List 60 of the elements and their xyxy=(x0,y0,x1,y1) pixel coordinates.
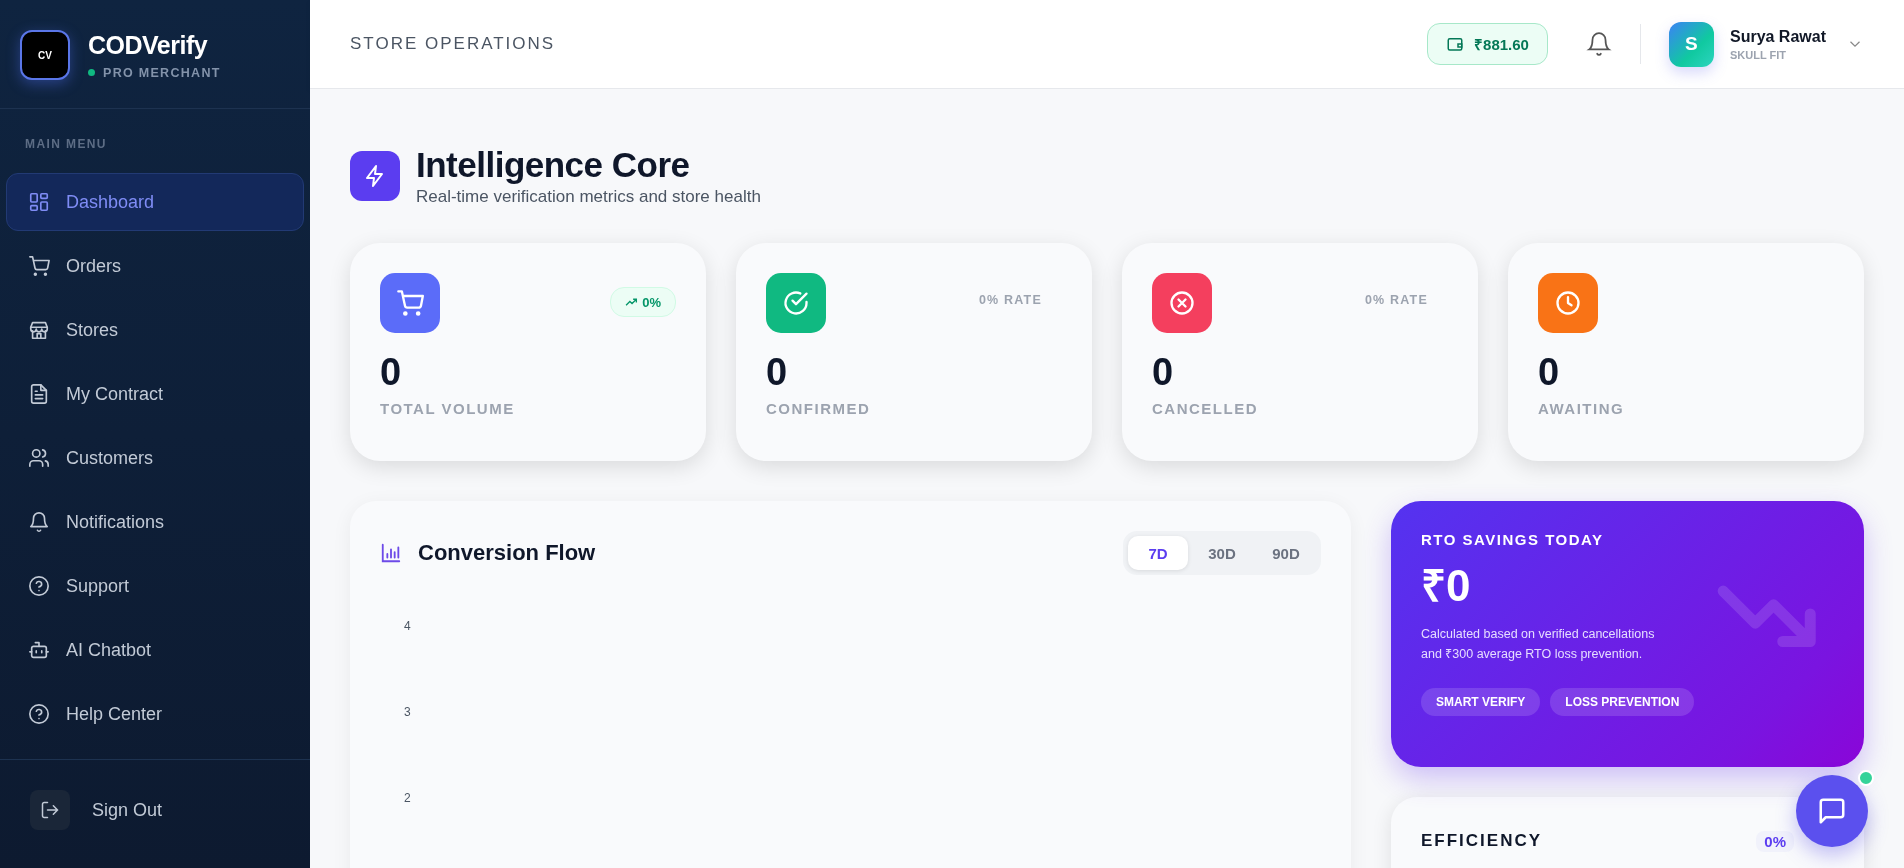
rate-label: 0% RATE xyxy=(978,293,1043,307)
chat-bubble-icon xyxy=(1817,796,1847,826)
stat-label: CANCELLED xyxy=(1152,400,1259,417)
stat-value: 0 xyxy=(766,351,789,394)
lightning-icon xyxy=(350,151,400,201)
cart-icon xyxy=(28,255,50,277)
rate-label: 0% RATE xyxy=(1364,293,1429,307)
nav-item[interactable]: Customers xyxy=(6,429,304,487)
card-title: EFFICIENCY xyxy=(1421,831,1543,851)
axis-label: 3 xyxy=(404,705,411,719)
wallet-balance-button[interactable]: ₹881.60 xyxy=(1427,23,1548,65)
stat-value: 0 xyxy=(1538,351,1561,394)
stat-label: CONFIRMED xyxy=(766,400,872,417)
sign-out-icon xyxy=(30,790,70,830)
user-name: Surya Rawat xyxy=(1729,27,1826,46)
nav-item[interactable]: AI Chatbot xyxy=(6,621,304,679)
feature-tag: LOSS PREVENTION xyxy=(1550,688,1695,716)
brand-name: CODVerify xyxy=(88,30,209,60)
chart-title: Conversion Flow xyxy=(418,540,596,566)
store-name: SKULL FIT xyxy=(1729,48,1787,61)
brand-logo: CV xyxy=(20,30,70,80)
status-dot xyxy=(88,69,95,76)
plan-label: PRO MERCHANT xyxy=(103,65,221,80)
efficiency-value: 0% xyxy=(1756,831,1794,852)
page-title: Intelligence Core xyxy=(416,145,691,185)
store-icon xyxy=(28,319,50,341)
card-title: RTO SAVINGS TODAY xyxy=(1421,531,1605,548)
page-subtitle: Real-time verification metrics and store health xyxy=(416,187,761,207)
feature-tag: SMART VERIFY xyxy=(1421,688,1541,716)
trend-badge: 0% xyxy=(610,287,676,317)
nav-item[interactable]: Notifications xyxy=(6,493,304,551)
bar-chart-icon xyxy=(380,542,402,564)
help-icon xyxy=(28,703,50,725)
nav-item[interactable]: My Contract xyxy=(6,365,304,423)
page-section-title: STORE OPERATIONS xyxy=(350,34,556,54)
nav-item[interactable]: Dashboard xyxy=(6,173,304,231)
section-heading: MAIN MENU xyxy=(24,137,108,153)
grid-icon xyxy=(28,191,50,213)
range-tab[interactable]: 30D xyxy=(1192,536,1252,570)
users-icon xyxy=(28,447,50,469)
stat-value: 0 xyxy=(380,351,403,394)
sign-out-button[interactable]: Sign Out xyxy=(30,790,280,830)
axis-label: 4 xyxy=(404,619,411,633)
stat-label: TOTAL VOLUME xyxy=(380,400,516,417)
range-tab[interactable]: 90D xyxy=(1256,536,1316,570)
stat-value: 0 xyxy=(1152,351,1175,394)
savings-note: Calculated based on verified cancellations and ₹300 average RTO loss prevention. xyxy=(1421,626,1656,663)
wallet-icon xyxy=(1446,35,1465,53)
document-icon xyxy=(28,383,50,405)
bell-icon xyxy=(28,511,50,533)
help-icon xyxy=(28,575,50,597)
nav-item[interactable]: Orders xyxy=(6,237,304,295)
nav-item[interactable]: Help Center xyxy=(6,685,304,743)
nav-item[interactable]: Support xyxy=(6,557,304,615)
axis-label: 2 xyxy=(404,791,411,805)
stat-label: AWAITING xyxy=(1538,400,1626,417)
savings-amount: ₹0 xyxy=(1421,560,1472,612)
range-tab[interactable]: 7D xyxy=(1128,536,1188,570)
nav-item[interactable]: Stores xyxy=(6,301,304,359)
robot-icon xyxy=(28,639,50,661)
